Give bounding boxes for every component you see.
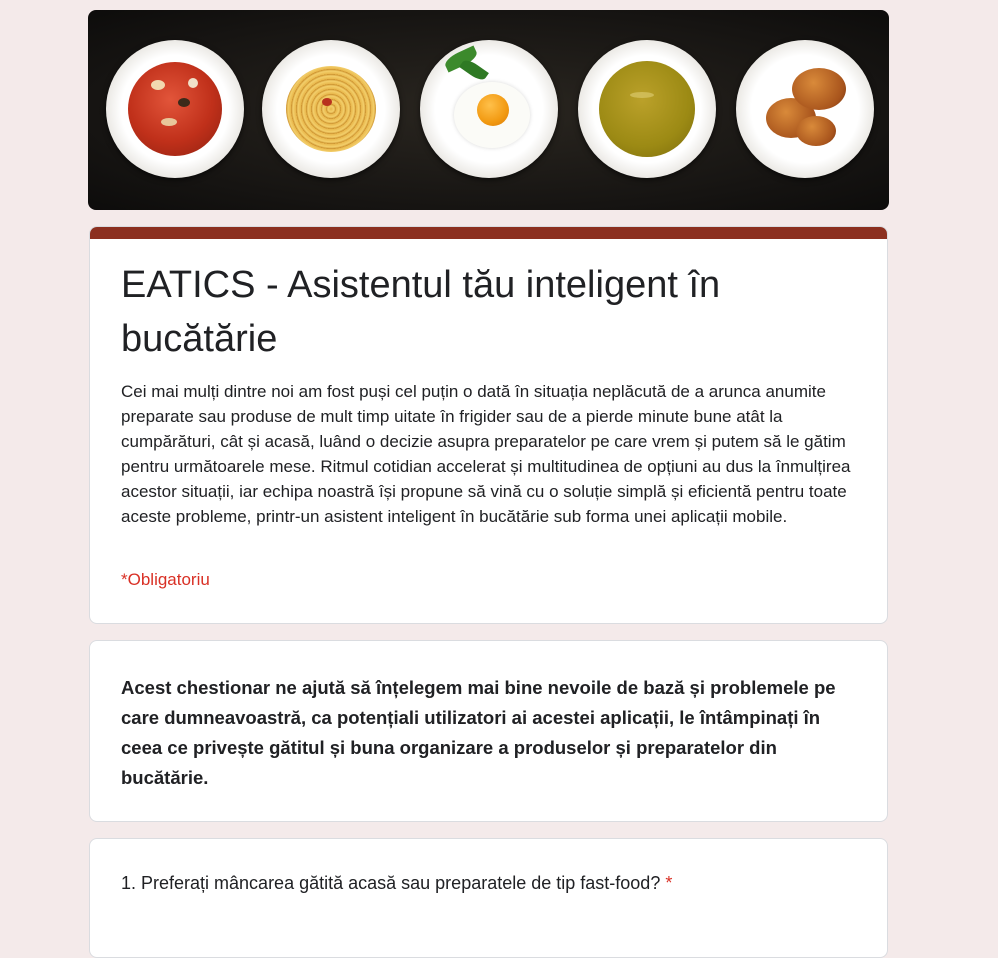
form-title-card: EATICS - Asistentul tău inteligent în bu… <box>89 226 888 624</box>
pea-soup-plate-image <box>578 40 716 178</box>
question-card[interactable]: 1. Preferați mâncarea gătită acasă sau p… <box>89 838 888 958</box>
form-title: EATICS - Asistentul tău inteligent în bu… <box>121 264 721 360</box>
croissants-plate-image <box>736 40 874 178</box>
title-card-accent-bar <box>90 227 887 239</box>
spaghetti-plate-image <box>262 40 400 178</box>
section-description-text: Acest chestionar ne ajută să înțelegem m… <box>121 677 836 788</box>
section-description-card: Acest chestionar ne ajută să înțelegem m… <box>89 640 888 822</box>
required-asterisk: * <box>665 873 673 893</box>
question-title: 1. Preferați mâncarea gătită acasă sau p… <box>121 871 861 895</box>
question-label: 1. Preferați mâncarea gătită acasă sau p… <box>121 873 661 893</box>
tomato-soup-plate-image <box>106 40 244 178</box>
form-description: Cei mai mulți dintre noi am fost puși ce… <box>121 382 851 526</box>
fried-egg-plate-image <box>420 40 558 178</box>
header-banner-image <box>88 10 889 210</box>
required-note: *Obligatoriu <box>121 570 210 589</box>
